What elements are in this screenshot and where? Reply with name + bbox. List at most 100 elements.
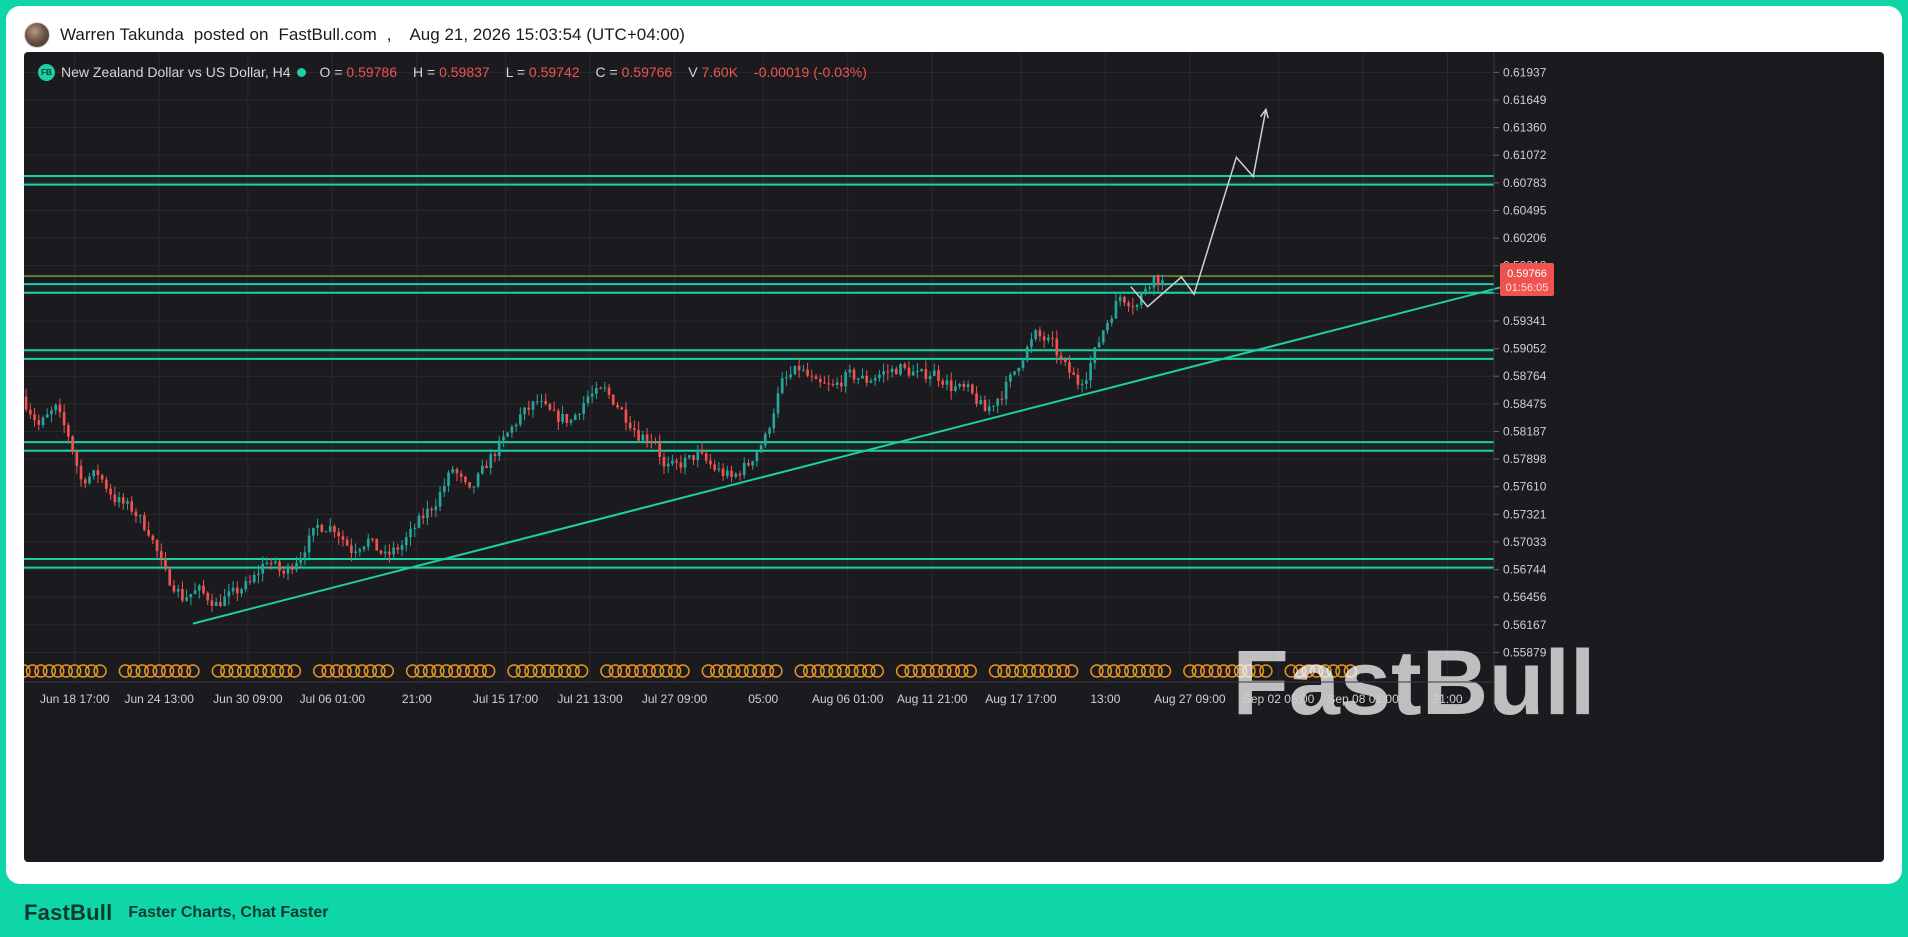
candle-body (413, 527, 417, 529)
candle-body (569, 419, 573, 423)
candle-body (227, 591, 231, 597)
candle-body (696, 450, 700, 461)
candle-body (244, 581, 248, 590)
candle-body (886, 371, 890, 373)
time-tick-label: Aug 11 21:00 (897, 692, 968, 706)
candle-body (54, 404, 57, 411)
candle-body (151, 535, 155, 540)
candle-body (1042, 336, 1046, 341)
candle-body (96, 470, 100, 476)
author-name[interactable]: Warren Takunda (60, 25, 184, 45)
post-site[interactable]: FastBull.com (278, 25, 376, 45)
event-marker (963, 664, 977, 678)
time-tick-label: 13:00 (1090, 692, 1120, 706)
candle-body (100, 475, 104, 480)
event-markers (24, 664, 1358, 678)
price-tick-label: 0.60783 (1503, 176, 1547, 190)
candle-body (810, 375, 814, 377)
candle-body (578, 413, 581, 415)
legend-high: H = 0.59837 (413, 64, 490, 80)
candle-body (295, 562, 298, 570)
candle-body (366, 538, 370, 547)
candle-body (33, 414, 36, 421)
footer-logo[interactable]: FastBull (24, 900, 112, 926)
candle-body (607, 387, 611, 395)
price-axis[interactable]: 0.61937 0.61649 0.61360 0.61072 0.60783 0.604… (1493, 52, 1547, 712)
event-marker (769, 664, 783, 678)
candle-body (282, 570, 286, 574)
candle-body (476, 473, 480, 487)
candle-body (835, 382, 839, 386)
candle-body (675, 460, 678, 463)
price-tick-label: 0.59341 (1503, 314, 1547, 328)
candle-body (755, 452, 759, 462)
candle-body (928, 375, 932, 380)
candle-body (303, 552, 307, 558)
candle-body (683, 457, 687, 468)
time-tick-label: Jun 24 13:00 (124, 692, 194, 706)
projection-path[interactable] (1130, 107, 1269, 308)
candle-body (79, 465, 83, 480)
candle-body (206, 592, 210, 601)
candle-body (134, 511, 138, 517)
candle-body (531, 401, 535, 410)
legend-close: C = 0.59766 (595, 64, 673, 80)
candle-body (894, 368, 898, 375)
event-marker (676, 664, 690, 678)
candle-body (468, 482, 471, 488)
candle-body (176, 588, 180, 592)
candle-body (814, 376, 818, 380)
candle-body (519, 414, 522, 425)
candle-body (751, 461, 754, 466)
candle-body (937, 370, 940, 381)
footer-tagline: Faster Charts, Chat Faster (128, 904, 329, 921)
candle-body (637, 430, 640, 441)
candle-body (1131, 306, 1135, 308)
candle-body (164, 558, 167, 570)
candlestick-chart[interactable]: FastBull 0.619370.616490.613600.610720.6… (24, 52, 1884, 862)
candle-body (231, 587, 235, 592)
candle-body (1106, 322, 1109, 331)
candle-body (738, 473, 742, 476)
candle-body (333, 526, 336, 533)
candle-body (193, 590, 197, 595)
candle-body (67, 425, 70, 437)
candle-body (1030, 339, 1033, 348)
candle-body (1009, 374, 1012, 382)
time-tick-label: Jun 30 09:00 (213, 692, 283, 706)
candle-body (442, 485, 446, 493)
page-footer: FastBull Faster Charts, Chat Faster (24, 896, 328, 930)
support-resistance-zones[interactable] (24, 174, 1494, 569)
candle-body (552, 409, 556, 411)
candle-body (687, 455, 691, 458)
candle-body (865, 375, 869, 383)
time-tick-label: Jul 27 09:00 (642, 692, 708, 706)
candle-body (417, 515, 421, 528)
candle-body (561, 413, 564, 422)
candle-body (83, 479, 87, 484)
candle-body (1000, 398, 1004, 400)
candle-body (557, 410, 560, 422)
candle-body (257, 573, 260, 575)
candle-body (113, 494, 117, 503)
candle-body (354, 551, 357, 553)
candle-body (109, 488, 112, 495)
candle-body (1076, 374, 1080, 385)
price-chart[interactable]: FastBull 0.61937 0.61649 0.61360 0.61072 0.6… (24, 52, 1884, 862)
candle-body (481, 465, 484, 474)
candle-body (523, 407, 526, 415)
price-tick-label: 0.57321 (1503, 507, 1547, 521)
candle-body (121, 497, 125, 504)
candle-body (1051, 337, 1054, 339)
price-tick-label: 0.58187 (1503, 424, 1547, 438)
time-tick-label: Jun 18 17:00 (40, 692, 110, 706)
symbol-name[interactable]: New Zealand Dollar vs US Dollar, H4 (61, 64, 291, 80)
candle-body (785, 377, 788, 379)
candle-body (489, 454, 493, 469)
candle-body (50, 410, 53, 415)
author-avatar[interactable] (24, 22, 50, 48)
price-tick-label: 0.56456 (1503, 590, 1547, 604)
zone-fill (24, 175, 1494, 185)
time-tick-label: 05:00 (748, 692, 778, 706)
price-tick-label: 0.59052 (1503, 342, 1547, 356)
